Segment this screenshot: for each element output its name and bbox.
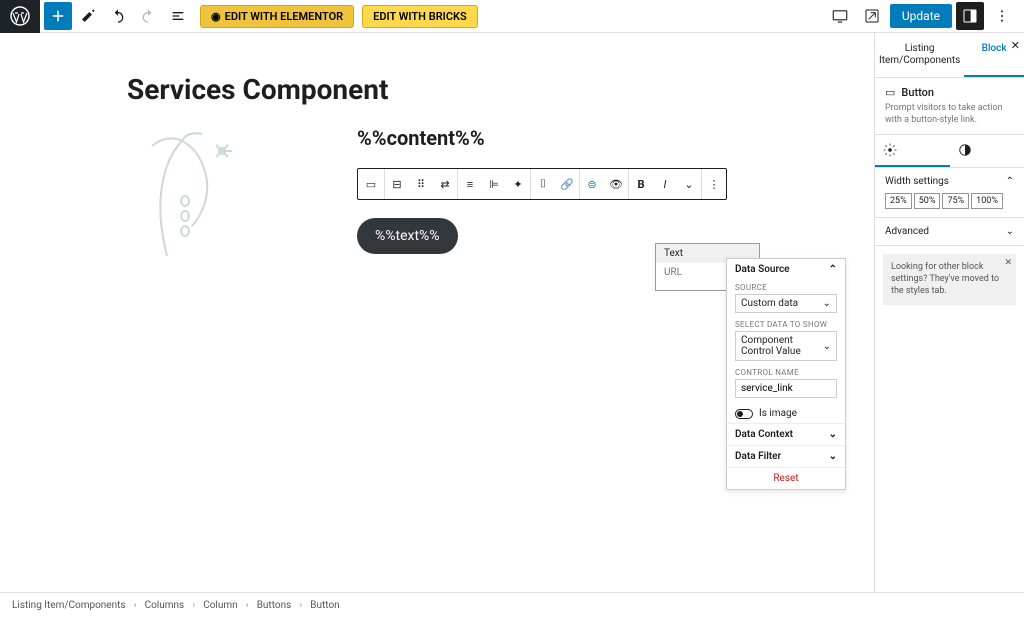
dynamic-data-icon[interactable]: ⊜ bbox=[580, 169, 604, 199]
chevron-down-icon: ⌄ bbox=[829, 451, 837, 462]
toolbar-right: Update bbox=[826, 2, 1024, 30]
vertical-align-icon[interactable]: ⌷ bbox=[531, 169, 555, 199]
button-block[interactable]: %%text%% bbox=[357, 218, 458, 254]
width-75[interactable]: 75% bbox=[942, 193, 969, 209]
chevron-up-icon: ⌃ bbox=[829, 264, 837, 275]
image-column bbox=[127, 126, 337, 266]
chevron-down-icon: ⌄ bbox=[823, 298, 831, 309]
chevron-down-icon: ⌄ bbox=[1006, 226, 1014, 237]
advanced-header[interactable]: Advanced⌄ bbox=[885, 226, 1014, 237]
width-25[interactable]: 25% bbox=[885, 193, 912, 209]
main-area: Services Component %%content%% bbox=[0, 33, 1024, 592]
edit-elementor-button[interactable]: ◉EDIT WITH ELEMENTOR bbox=[200, 5, 354, 28]
crumb-4[interactable]: Button bbox=[310, 600, 339, 611]
crumb-2[interactable]: Column bbox=[203, 600, 237, 611]
source-select[interactable]: Custom data⌄ bbox=[735, 294, 837, 313]
crumb-3[interactable]: Buttons bbox=[257, 600, 292, 611]
toggle-switch bbox=[735, 409, 753, 419]
data-context-section[interactable]: Data Context⌄ bbox=[727, 424, 845, 445]
elementor-icon: ◉ bbox=[211, 10, 221, 23]
settings-style-tabs bbox=[875, 135, 1024, 168]
edit-mode-button[interactable] bbox=[74, 2, 102, 30]
visibility-icon[interactable]: 👁 bbox=[604, 169, 628, 199]
select-data-select[interactable]: Component Control Value⌄ bbox=[735, 331, 837, 361]
add-block-button[interactable] bbox=[44, 2, 72, 30]
sidebar-tabs: Listing Item/Components Block ✕ bbox=[875, 33, 1024, 78]
breadcrumb: Listing Item/Components› Columns› Column… bbox=[0, 592, 1024, 618]
toolbar-left: ◉EDIT WITH ELEMENTOR EDIT WITH BRICKS bbox=[40, 2, 478, 30]
chevron-up-icon: ⌃ bbox=[1006, 176, 1014, 187]
width-100[interactable]: 100% bbox=[971, 193, 1003, 209]
align-center-icon[interactable]: ⊫ bbox=[482, 169, 506, 199]
more-options-icon[interactable]: ⋮ bbox=[702, 169, 726, 199]
styles-tab-icon[interactable] bbox=[950, 135, 1024, 167]
block-info: ▭Button Prompt visitors to take action w… bbox=[875, 78, 1024, 135]
tab-listing-item[interactable]: Listing Item/Components bbox=[875, 33, 964, 77]
settings-tab-icon[interactable] bbox=[875, 135, 950, 167]
options-icon[interactable] bbox=[988, 2, 1016, 30]
view-post-icon[interactable] bbox=[858, 2, 886, 30]
spa-illustration bbox=[127, 126, 257, 266]
italic-icon[interactable]: I bbox=[653, 169, 677, 199]
data-source-header[interactable]: Data Source⌃ bbox=[727, 259, 845, 280]
editor-canvas: Services Component %%content%% bbox=[0, 33, 874, 592]
bold-icon[interactable]: B bbox=[629, 169, 653, 199]
align-left-icon[interactable]: ≡ bbox=[458, 169, 482, 199]
redo-button[interactable] bbox=[134, 2, 162, 30]
width-settings-panel: Width settings⌃ 25% 50% 75% 100% bbox=[875, 168, 1024, 218]
document-overview-button[interactable] bbox=[164, 2, 192, 30]
move-handle-icon[interactable]: ⊟ bbox=[385, 169, 409, 199]
width-50[interactable]: 50% bbox=[914, 193, 941, 209]
content-heading[interactable]: %%content%% bbox=[357, 126, 747, 150]
is-image-toggle[interactable]: Is image bbox=[727, 404, 845, 423]
data-filter-section[interactable]: Data Filter⌄ bbox=[727, 446, 845, 467]
chevron-down-icon: ⌄ bbox=[829, 429, 837, 440]
data-source-popover: Data Source⌃ SOURCE Custom data⌄ SELECT … bbox=[726, 258, 846, 490]
top-toolbar: ◉EDIT WITH ELEMENTOR EDIT WITH BRICKS Up… bbox=[0, 0, 1024, 33]
chevron-down-icon[interactable]: ⌄ bbox=[677, 169, 701, 199]
arrows-icon[interactable]: ⇄ bbox=[433, 169, 457, 199]
control-name-label: CONTROL NAME bbox=[727, 365, 845, 379]
undo-button[interactable] bbox=[104, 2, 132, 30]
crumb-1[interactable]: Columns bbox=[145, 600, 185, 611]
styles-notice: Looking for other block settings? They'v… bbox=[883, 254, 1016, 305]
wordpress-logo[interactable] bbox=[0, 0, 40, 33]
settings-sidebar: Listing Item/Components Block ✕ ▭Button … bbox=[874, 33, 1024, 592]
control-name-input[interactable] bbox=[735, 379, 837, 398]
close-icon[interactable]: ✕ bbox=[1011, 39, 1020, 52]
crumb-0[interactable]: Listing Item/Components bbox=[12, 600, 126, 611]
advanced-panel: Advanced⌄ bbox=[875, 218, 1024, 246]
page-title[interactable]: Services Component bbox=[127, 73, 747, 106]
reset-button[interactable]: Reset bbox=[727, 468, 845, 489]
width-settings-header[interactable]: Width settings⌃ bbox=[885, 176, 1014, 187]
edit-bricks-button[interactable]: EDIT WITH BRICKS bbox=[362, 5, 478, 28]
align-justify-icon[interactable]: ✦ bbox=[506, 169, 530, 199]
link-icon[interactable]: 🔗 bbox=[555, 169, 579, 199]
chevron-down-icon: ⌄ bbox=[823, 341, 831, 352]
button-block-icon: ▭ bbox=[885, 86, 895, 99]
dismiss-notice-icon[interactable]: ✕ bbox=[1004, 258, 1012, 270]
block-type-icon[interactable]: ▭ bbox=[358, 169, 384, 199]
update-button[interactable]: Update bbox=[890, 4, 952, 28]
select-data-label: SELECT DATA TO SHOW bbox=[727, 317, 845, 331]
settings-toggle[interactable] bbox=[956, 2, 984, 30]
source-label: SOURCE bbox=[727, 280, 845, 294]
block-toolbar: ▭ ⊟⠿⇄ ≡⊫✦ ⌷🔗 ⊜👁 BI⌄ ⋮ bbox=[357, 168, 727, 200]
block-description: Prompt visitors to take action with a bu… bbox=[885, 103, 1014, 126]
drag-handle-icon[interactable]: ⠿ bbox=[409, 169, 433, 199]
desktop-view-icon[interactable] bbox=[826, 2, 854, 30]
